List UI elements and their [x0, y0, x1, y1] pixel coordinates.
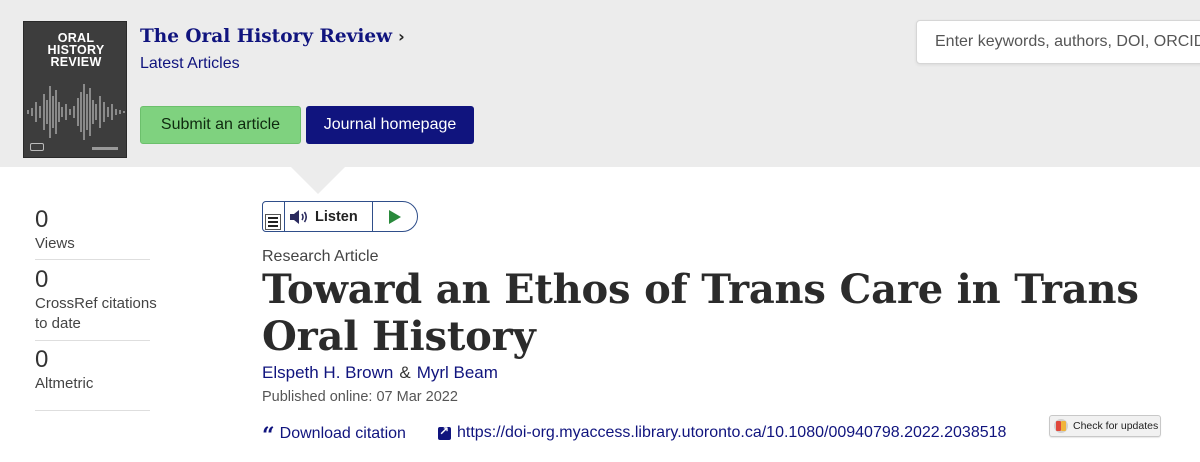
doi-text: https://doi-org.myaccess.library.utoront…	[457, 424, 1007, 441]
journal-homepage-button[interactable]: Journal homepage	[306, 106, 474, 144]
altmetric-count: 0	[35, 346, 49, 373]
author-link[interactable]: Myrl Beam	[417, 363, 498, 382]
cover-footer-mark	[92, 147, 118, 150]
external-link-icon	[438, 424, 451, 440]
published-date: Published online: 07 Mar 2022	[262, 389, 458, 405]
speaker-icon	[290, 209, 308, 224]
header-pointer	[290, 166, 346, 194]
play-button[interactable]	[373, 202, 417, 231]
download-citation-link[interactable]: “ Download citation	[262, 423, 406, 449]
article-title: Toward an Ethos of Trans Care in Trans O…	[262, 266, 1139, 360]
article-type: Research Article	[262, 248, 379, 265]
views-metric: 0 Views	[35, 206, 75, 254]
author-separator: &	[399, 363, 411, 382]
latest-articles-link[interactable]: Latest Articles	[140, 55, 240, 73]
quote-icon: “	[262, 423, 275, 449]
listen-widget: Listen	[262, 201, 418, 232]
crossref-label: CrossRef citations to date	[35, 295, 157, 332]
submit-article-button[interactable]: Submit an article	[140, 106, 301, 144]
views-label: Views	[35, 235, 75, 252]
listen-menu-button[interactable]	[263, 202, 285, 231]
check-updates-label: Check for updates	[1073, 420, 1159, 432]
crossref-count: 0	[35, 266, 49, 293]
listen-button[interactable]: Listen	[285, 202, 373, 231]
metric-divider	[35, 340, 150, 341]
journal-title-text: The Oral History Review	[140, 26, 393, 47]
play-icon	[389, 209, 401, 224]
crossmark-icon	[1054, 419, 1068, 433]
check-for-updates-button[interactable]: Check for updates	[1049, 415, 1161, 437]
author-link[interactable]: Elspeth H. Brown	[262, 363, 393, 382]
listen-label: Listen	[315, 208, 358, 225]
author-list: Elspeth H. Brown & Myrl Beam	[262, 363, 498, 383]
journal-title-link[interactable]: The Oral History Review ›	[140, 26, 405, 47]
publisher-logo	[30, 143, 44, 151]
crossref-metric: 0 CrossRef citations to date	[35, 266, 160, 334]
metric-divider	[35, 410, 150, 411]
journal-cover-image[interactable]: ORAL HISTORY REVIEW	[23, 21, 127, 158]
doi-link[interactable]: https://doi-org.myaccess.library.utoront…	[438, 424, 1006, 442]
download-citation-label: Download citation	[279, 425, 406, 442]
altmetric-label: Altmetric	[35, 375, 94, 392]
cover-title: ORAL HISTORY REVIEW	[47, 31, 105, 69]
metric-divider	[35, 259, 150, 260]
search-input[interactable]: Enter keywords, authors, DOI, ORCID or p…	[916, 20, 1200, 64]
soundwave-graphic	[27, 84, 125, 140]
menu-icon	[265, 214, 281, 230]
altmetric-metric[interactable]: 0 Altmetric	[35, 346, 93, 394]
chevron-right-icon: ›	[398, 27, 405, 46]
views-count: 0	[35, 206, 49, 233]
